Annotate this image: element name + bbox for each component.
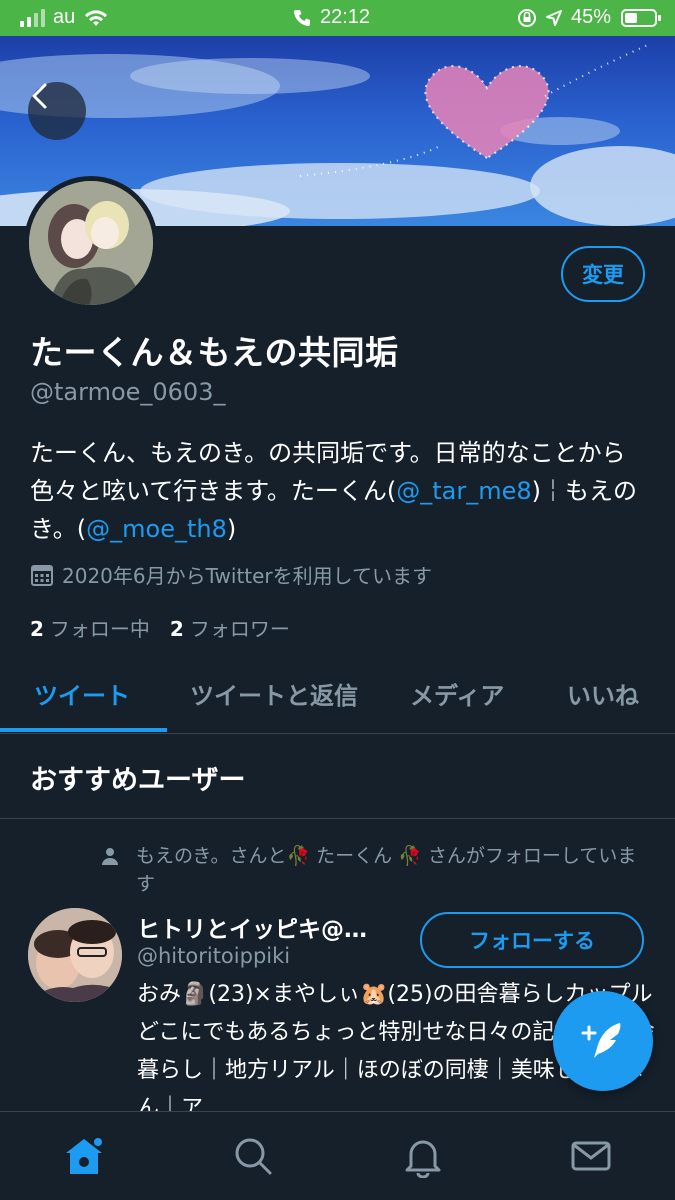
feather-plus-icon — [581, 1023, 621, 1058]
bio-mention-link[interactable]: @_moe_th8 — [86, 515, 227, 543]
phone-icon — [294, 9, 310, 26]
active-tab-indicator — [0, 728, 167, 732]
battery-icon — [621, 8, 661, 27]
followers-count: 2 — [169, 617, 184, 641]
chevron-left-icon — [32, 83, 47, 109]
profile-name: たーくん＆もえの共同垢 — [30, 333, 399, 372]
following-label: フォロー中 — [49, 617, 150, 641]
followers-label: フォロワー — [189, 617, 290, 641]
bio-text: ) — [226, 515, 237, 543]
profile-bio: たーくん、もえのき。の共同垢です。日常的なことから色々と呟いて行きます。たーくん… — [30, 434, 650, 548]
home-icon[interactable] — [62, 1134, 106, 1178]
carrier-label: au — [53, 6, 76, 28]
bell-icon[interactable] — [401, 1134, 445, 1178]
social-context: もえのき。さんと🥀 たーくん 🥀 さんがフォローしています — [102, 842, 652, 898]
clock-time: 22:12 — [320, 6, 371, 28]
joined-text: 2020年6月からTwitterを利用しています — [62, 564, 433, 588]
recommended-user-handle: @hitoritoippiki — [137, 944, 291, 968]
battery-percent: 45% — [570, 6, 611, 28]
tab-likes[interactable]: いいね — [567, 676, 639, 711]
bio-mention-link[interactable]: @_tar_me8 — [396, 477, 531, 505]
back-button[interactable] — [28, 82, 86, 140]
status-center: 22:12 — [292, 6, 370, 29]
follow-button[interactable]: フォローする — [420, 912, 644, 968]
followers-link[interactable]: 2 フォロワー — [170, 613, 290, 642]
profile-tabs: ツイート ツイートと返信 メディア いいね — [0, 660, 675, 734]
tab-tweets[interactable]: ツイート — [34, 676, 130, 711]
search-icon[interactable] — [231, 1134, 275, 1178]
recommended-users-title: おすすめユーザー — [30, 765, 246, 796]
wifi-icon — [85, 9, 108, 26]
profile-avatar[interactable] — [24, 176, 158, 310]
following-link[interactable]: 2 フォロー中 — [30, 613, 150, 642]
status-left: au — [20, 6, 109, 29]
recommended-user-name[interactable]: ヒトリとイッピキ@… — [137, 910, 399, 944]
status-bar: au 22:12 45% — [0, 0, 675, 36]
profile-handle: @tarmoe_0603_ — [30, 378, 226, 406]
follow-counts: 2 フォロー中 2 フォロワー — [30, 613, 290, 642]
location-arrow-icon — [545, 9, 562, 26]
avatar-image — [29, 181, 153, 305]
person-icon — [102, 848, 118, 865]
compose-tweet-button[interactable] — [553, 991, 653, 1091]
mail-icon[interactable] — [569, 1134, 613, 1178]
bottom-navigation — [0, 1111, 675, 1200]
signal-icon — [20, 8, 45, 27]
following-count: 2 — [30, 617, 44, 641]
rotation-lock-icon — [517, 8, 536, 27]
status-right: 45% — [517, 6, 661, 29]
tab-media[interactable]: メディア — [410, 676, 504, 711]
joined-date: 2020年6月からTwitterを利用しています — [30, 560, 432, 589]
social-context-text: もえのき。さんと🥀 たーくん 🥀 さんがフォローしています — [136, 845, 637, 895]
calendar-icon — [31, 564, 53, 586]
edit-profile-button[interactable]: 変更 — [561, 246, 645, 302]
divider — [0, 818, 675, 819]
recommended-user-avatar[interactable] — [28, 908, 122, 1002]
tab-tweets-replies[interactable]: ツイートと返信 — [190, 676, 358, 711]
